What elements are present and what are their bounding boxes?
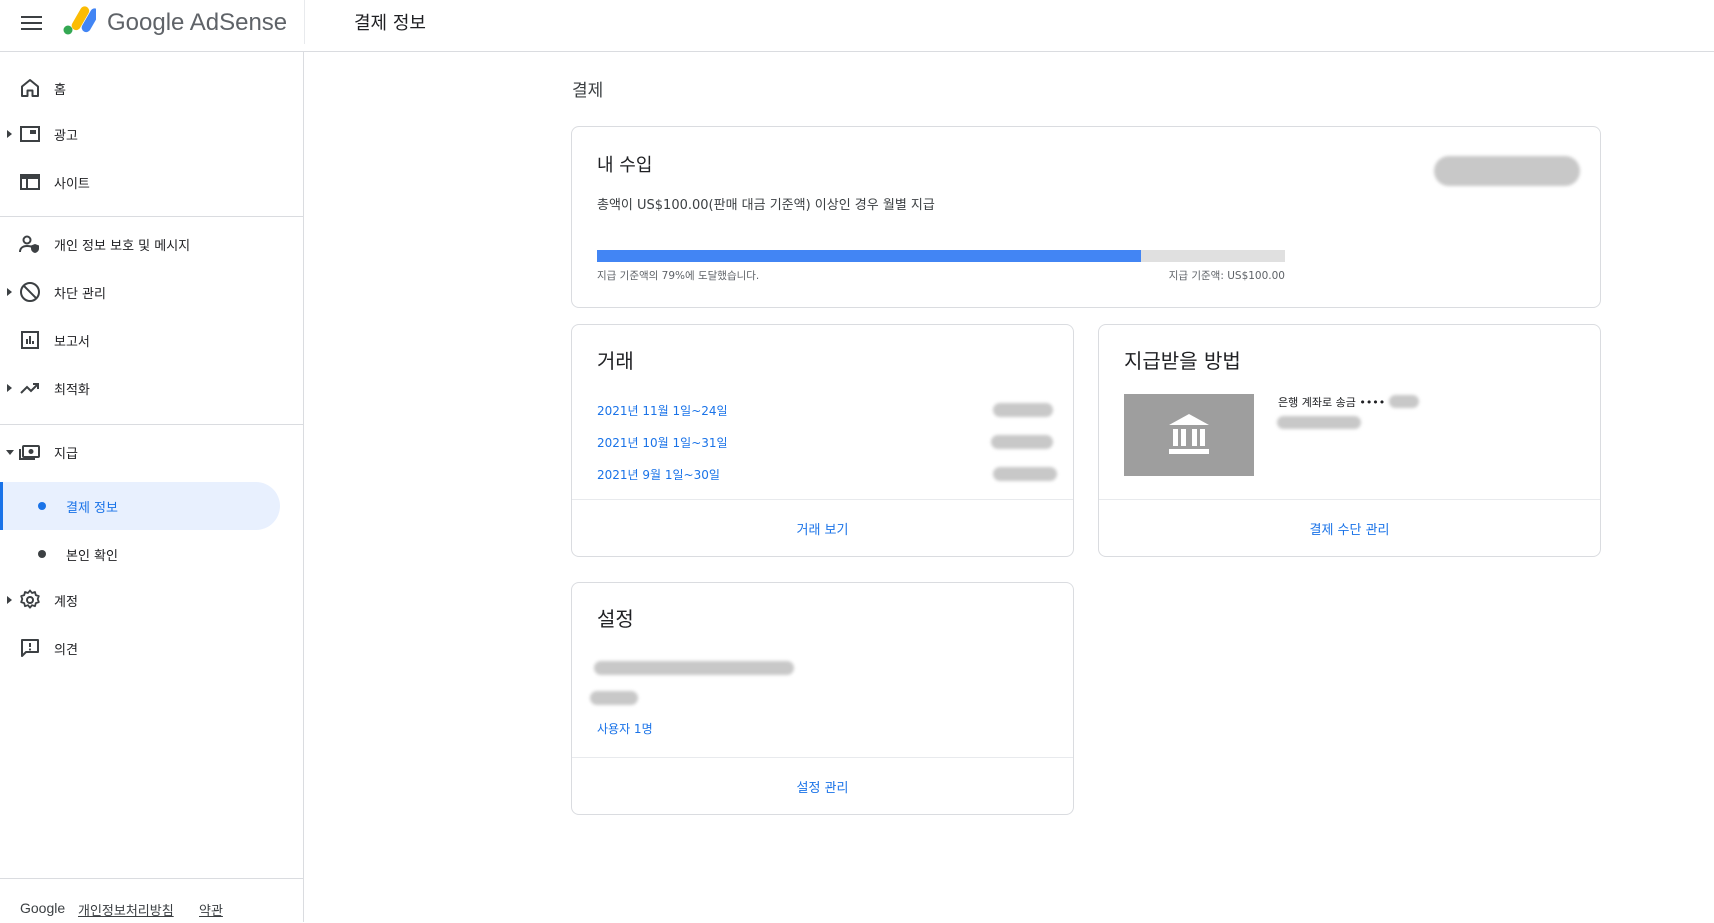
threshold-progress-bar [597, 250, 1285, 262]
bullet-dot-icon [38, 502, 46, 510]
sidebar-item-label: 본인 확인 [66, 549, 118, 564]
redacted-amount [993, 467, 1057, 481]
collapse-arrow-icon [6, 450, 14, 455]
settings-card: 설정 사용자 1명 설정 관리 [571, 582, 1074, 815]
redacted-amount [993, 403, 1053, 417]
earnings-card: 내 수입 총액이 US$100.00(판매 대금 기준액) 이상인 경우 월별 … [571, 126, 1601, 308]
trending-up-icon [20, 383, 39, 394]
expand-arrow-icon [7, 288, 12, 296]
sidebar-item-label: 보고서 [54, 335, 90, 350]
sidebar-item-label: 개인 정보 보호 및 메시지 [54, 239, 191, 254]
sidebar-item-label: 의견 [54, 643, 78, 658]
google-footer-label: Google [20, 900, 66, 916]
redacted-amount [991, 435, 1053, 449]
redacted-account-name [1277, 416, 1361, 429]
manage-payment-methods-link[interactable]: 결제 수단 관리 [1099, 519, 1600, 538]
sidebar-item-privacy-messaging[interactable]: 개인 정보 보호 및 메시지 [0, 222, 304, 266]
transaction-period-link[interactable]: 2021년 10월 1일~31일 [597, 434, 728, 451]
ads-icon [20, 126, 40, 142]
sidebar-divider [0, 424, 303, 425]
transaction-period-link[interactable]: 2021년 11월 1일~24일 [597, 402, 728, 419]
sidebar-item-label: 최적화 [54, 383, 90, 398]
earnings-description: 총액이 US$100.00(판매 대금 기준액) 이상인 경우 월별 지급 [597, 198, 935, 213]
sidebar-item-identity-verification[interactable]: 본인 확인 [0, 530, 280, 578]
terms-link[interactable]: 약관 [199, 900, 223, 919]
redacted-setting-line [594, 661, 794, 675]
payment-method-card: 지급받을 방법 은행 계좌로 송금 •••• 결제 수단 관리 [1098, 324, 1601, 557]
sidebar-item-feedback[interactable]: 의견 [0, 626, 304, 670]
sidebar-item-optimization[interactable]: 최적화 [0, 366, 304, 410]
sidebar-item-label: 홈 [54, 83, 66, 98]
bank-icon [1169, 414, 1209, 454]
sidebar-item-sites[interactable]: 사이트 [0, 160, 304, 204]
expand-arrow-icon [7, 384, 12, 392]
header-divider [304, 0, 305, 44]
sidebar-item-label: 지급 [54, 447, 78, 462]
home-icon [21, 79, 39, 97]
card-footer: 설정 관리 [572, 757, 1073, 814]
page-title: 결제 정보 [354, 13, 426, 34]
bullet-dot-icon [38, 550, 46, 558]
gear-icon [20, 589, 40, 609]
sidebar-item-label: 광고 [54, 129, 78, 144]
expand-arrow-icon [7, 596, 12, 604]
feedback-icon [21, 639, 39, 657]
payment-method-label: 은행 계좌로 송금 •••• [1278, 396, 1386, 409]
sidebar-item-label: 사이트 [54, 177, 90, 192]
sidebar-item-account[interactable]: 계정 [0, 578, 304, 622]
top-app-bar: Google AdSense 결제 정보 [0, 0, 1714, 52]
users-link[interactable]: 사용자 1명 [597, 720, 653, 737]
threshold-progress-fill [597, 250, 1141, 262]
earnings-title: 내 수입 [597, 155, 653, 176]
transaction-period-link[interactable]: 2021년 9월 1일~30일 [597, 466, 720, 483]
payments-icon [19, 445, 40, 460]
sidebar-item-payment-info[interactable]: 결제 정보 [0, 482, 280, 530]
sidebar-item-label: 계정 [54, 595, 78, 610]
settings-title: 설정 [597, 607, 634, 631]
sidebar-item-payments[interactable]: 지급 [0, 430, 304, 474]
adsense-logo-icon [63, 6, 96, 35]
progress-text: 지급 기준액의 79%에 도달했습니다. [597, 270, 760, 282]
bar-chart-icon [21, 331, 39, 349]
section-title: 결제 [572, 81, 604, 101]
redacted-balance [1434, 156, 1580, 186]
sidebar-item-label: 결제 정보 [66, 501, 118, 516]
sidebar-nav: 홈 광고 사이트 개인 정보 보호 및 메시지 차단 관리 보고서 최적화 지급… [0, 52, 304, 922]
bank-card-image [1124, 394, 1254, 476]
expand-arrow-icon [7, 130, 12, 138]
privacy-policy-link[interactable]: 개인정보처리방침 [78, 900, 174, 919]
transactions-title: 거래 [597, 349, 634, 373]
card-footer: 결제 수단 관리 [1099, 499, 1600, 556]
block-icon [20, 282, 40, 302]
brand-name: Google AdSense [107, 9, 288, 36]
redacted-account-digits [1389, 395, 1419, 408]
transactions-card: 거래 2021년 11월 1일~24일 2021년 10월 1일~31일 202… [571, 324, 1074, 557]
sidebar-divider [0, 216, 303, 217]
sidebar-footer: Google 개인정보처리방침 약관 [0, 878, 303, 923]
sidebar-item-home[interactable]: 홈 [0, 66, 304, 110]
sidebar-item-reports[interactable]: 보고서 [0, 318, 304, 362]
payment-method-title: 지급받을 방법 [1124, 349, 1241, 373]
manage-settings-link[interactable]: 설정 관리 [572, 777, 1073, 796]
threshold-text: 지급 기준액: US$100.00 [1168, 270, 1285, 282]
sites-icon [20, 174, 40, 190]
sidebar-item-blocking-controls[interactable]: 차단 관리 [0, 270, 304, 314]
person-shield-icon [19, 235, 39, 253]
view-transactions-link[interactable]: 거래 보기 [572, 519, 1073, 538]
hamburger-menu-icon[interactable] [20, 11, 44, 35]
sidebar-item-label: 차단 관리 [54, 287, 106, 302]
card-footer: 거래 보기 [572, 499, 1073, 556]
redacted-setting-line [590, 691, 638, 705]
sidebar-item-ads[interactable]: 광고 [0, 112, 304, 156]
